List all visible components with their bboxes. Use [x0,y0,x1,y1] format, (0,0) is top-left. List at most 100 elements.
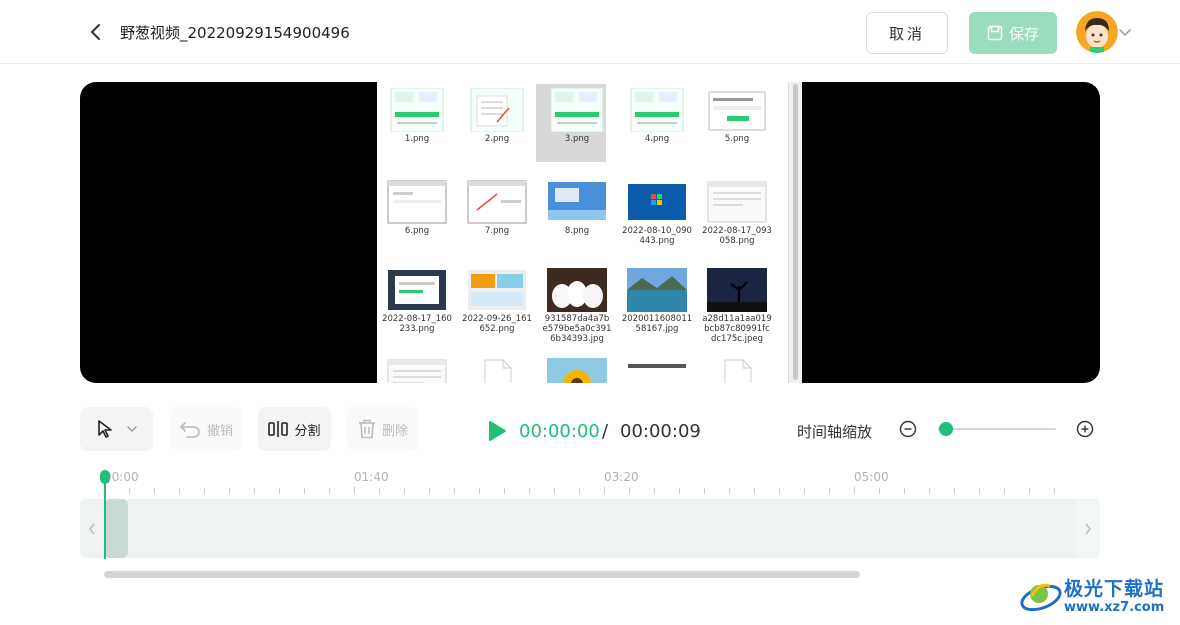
file-name: 1.png [404,134,430,144]
project-title: 野葱视频_20220929154900496 [120,24,350,42]
file-thumbnail [387,268,447,312]
video-clip[interactable] [104,499,128,558]
ruler-tick [179,488,180,494]
track-scroll-left[interactable] [80,499,104,558]
file-item: 5.png [698,88,776,144]
watermark-name: 极光下载站 [1064,578,1165,600]
chevron-down-icon [126,426,137,432]
undo-icon [180,422,200,438]
save-button-label: 保存 [1008,24,1039,43]
delete-label: 删除 [381,423,408,439]
ruler-tick [829,488,830,494]
zoom-slider-thumb[interactable] [939,422,953,436]
current-time: 00:00:00 [519,421,600,442]
play-button[interactable] [487,420,507,442]
file-item: 4.png [618,88,696,144]
zoom-slider-track[interactable] [938,428,1056,430]
file-thumbnail [467,268,527,312]
split-label: 分割 [294,423,321,439]
timeline-horizontal-scrollbar[interactable] [104,571,860,578]
ruler-tick [454,488,455,494]
video-editor: 野葱视频_20220929154900496 取消 保存 1.png 2.png… [0,0,1180,625]
total-duration: 00:00:09 [620,421,701,442]
file-item: 2022-09-26_161 652.png [458,268,536,334]
timeline-ruler[interactable]: 00:00 01:40 03:20 05:00 [104,466,1064,496]
playhead[interactable] [104,478,106,559]
ruler-tick [1029,488,1030,494]
file-thumbnail [627,88,687,132]
file-item: 2022-08-17_160 233.png [378,268,456,334]
file-name: 2022-08-10_090 443.png [622,226,692,246]
watermark: 极光下载站 www.xz7.com [1018,570,1178,620]
file-item: a28d11a1aa019 bcb87c80991fc dc175c.jpeg [698,268,776,344]
back-button[interactable] [84,20,108,44]
save-button[interactable]: 保存 [969,12,1057,54]
file-item: 2022-08-17_093 058.png [698,180,776,246]
file-thumbnail [707,358,767,383]
ruler-tick [379,488,380,494]
user-avatar-icon [1076,11,1118,53]
video-preview[interactable]: 1.png 2.png 3.png 4.png 5.png 6.png 7.pn… [80,82,1100,383]
chevron-right-icon [1085,523,1091,534]
file-item: 2.png [458,88,536,144]
trash-icon [358,419,375,439]
file-item: 6.png [378,180,456,236]
file-item [698,358,776,383]
split-icon [268,421,289,437]
ruler-tick [404,488,405,494]
ruler-tick [854,486,855,494]
file-thumbnail [627,268,687,312]
account-menu-toggle[interactable] [1118,24,1132,38]
file-thumbnail [547,180,607,224]
ruler-tick [654,488,655,494]
ruler-tick [279,488,280,494]
minus-circle-icon [899,420,917,438]
file-thumbnail [467,180,527,224]
ruler-tick [929,488,930,494]
chevron-left-icon [91,24,100,40]
file-item [538,358,616,383]
timeline-track[interactable] [80,499,1100,558]
file-name: 931587da4a7b e579be5a0c391 6b34393.jpg [542,314,612,344]
file-name: 2.png [484,134,510,144]
file-name: 2020011608011 58167.jpg [621,314,693,334]
ruler-tick [354,486,355,494]
frame-scrollbar [788,82,802,383]
file-thumbnail [707,88,767,132]
zoom-in-button[interactable] [1076,420,1094,438]
ruler-tick [129,488,130,494]
preview-frame: 1.png 2.png 3.png 4.png 5.png 6.png 7.pn… [377,82,802,383]
file-name: 4.png [644,134,670,144]
avatar[interactable] [1076,11,1118,53]
cursor-icon [97,420,112,438]
file-item [458,358,536,383]
select-tool-dropdown[interactable] [80,407,153,451]
ruler-tick-label: 05:00 [854,470,889,484]
cancel-button[interactable]: 取消 [866,12,948,54]
file-item: 2020011608011 58167.jpg [618,268,696,334]
ruler-tick [154,488,155,494]
ruler-tick [704,488,705,494]
plus-circle-icon [1076,420,1094,438]
file-name: 5.png [724,134,750,144]
ruler-tick [554,488,555,494]
file-item: 1.png [378,88,456,144]
undo-button[interactable]: 撤销 [170,407,242,451]
file-thumbnail [387,358,447,383]
file-thumbnail [387,180,447,224]
split-button[interactable]: 分割 [258,407,331,451]
file-name: 8.png [564,226,590,236]
playhead-handle[interactable] [100,470,110,484]
track-scroll-right[interactable] [1076,499,1100,558]
ruler-tick [754,488,755,494]
file-item [378,358,456,383]
ruler-tick [229,488,230,494]
delete-button[interactable]: 删除 [347,407,419,451]
file-name: 2022-09-26_161 652.png [462,314,532,334]
ruler-tick [779,488,780,494]
save-icon [987,25,1003,41]
ruler-tick [979,488,980,494]
file-name: a28d11a1aa019 bcb87c80991fc dc175c.jpeg [702,314,772,344]
zoom-out-button[interactable] [899,420,917,438]
file-thumbnail [387,88,447,132]
